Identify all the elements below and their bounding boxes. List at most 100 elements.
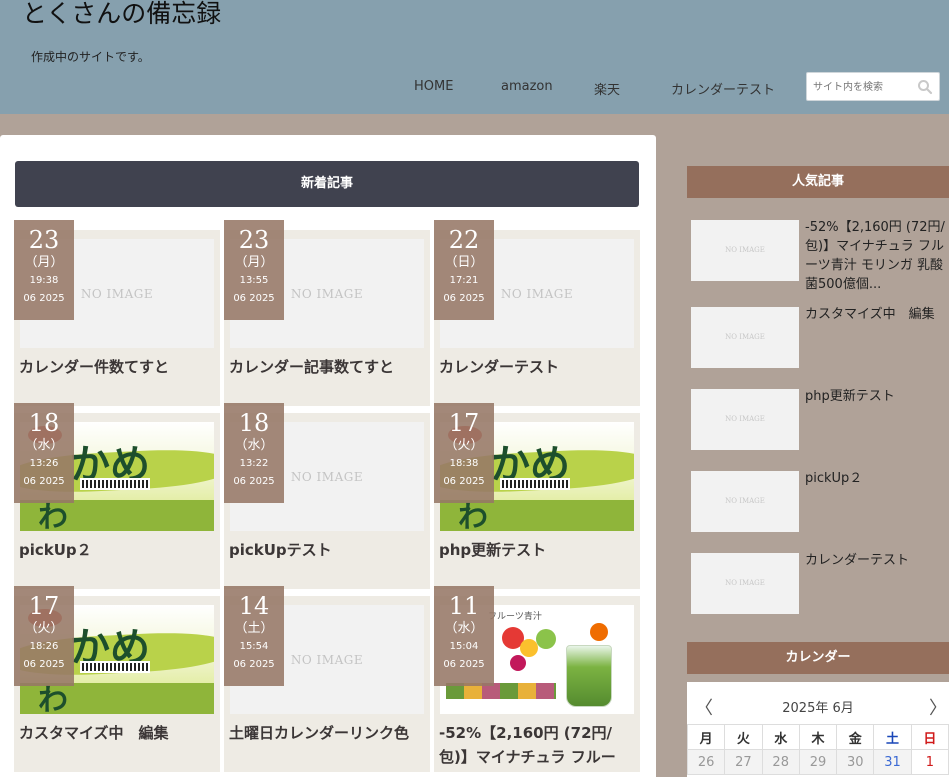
date-time: 15:54: [239, 641, 269, 652]
date-weekday: （水）: [444, 621, 484, 636]
main-content: 新着記事 NO IMAGE 23 （月） 19:38 06 2025 カレンダー…: [0, 135, 656, 777]
popular-post-item[interactable]: NO IMAGE php更新テスト: [691, 389, 949, 451]
nav-item-calendar-test[interactable]: カレンダーテスト: [671, 79, 775, 98]
site-title[interactable]: とくさんの備忘録: [22, 0, 221, 30]
calendar-month-label: 2025年 6月: [782, 701, 854, 716]
calendar-day: 31: [873, 749, 912, 775]
popular-post-item[interactable]: NO IMAGE カレンダーテスト: [691, 553, 949, 615]
post-card[interactable]: かめわ 17 （火） 18:38 06 2025 php更新テスト: [434, 403, 640, 589]
calendar-day: 28: [761, 749, 800, 775]
date-weekday: （水）: [234, 438, 274, 453]
weekday-header: 水: [761, 724, 800, 750]
calendar-day[interactable]: 1: [910, 749, 949, 775]
calendar-day: 29: [798, 749, 838, 775]
date-month-year: 06 2025: [443, 293, 485, 304]
popular-post-thumbnail: NO IMAGE: [691, 307, 799, 368]
date-badge: 23 （月） 13:55 06 2025: [224, 220, 284, 320]
post-card[interactable]: かめわ 18 （水） 13:26 06 2025 pickUp２: [14, 403, 220, 589]
date-day: 18: [238, 409, 270, 437]
date-time: 15:04: [449, 641, 479, 652]
no-image-label: NO IMAGE: [725, 246, 765, 254]
post-title[interactable]: カスタマイズ中 編集: [19, 721, 219, 745]
date-weekday: （火）: [444, 438, 484, 453]
weekday-header: 木: [798, 724, 838, 750]
post-card[interactable]: NO IMAGE 22 （日） 17:21 06 2025 カレンダーテスト: [434, 220, 640, 406]
date-weekday: （月）: [234, 255, 274, 270]
post-card[interactable]: NO IMAGE 23 （月） 13:55 06 2025 カレンダー記事数てす…: [224, 220, 430, 406]
date-day: 17: [28, 592, 60, 620]
popular-post-title[interactable]: php更新テスト: [805, 387, 949, 406]
post-title[interactable]: pickUp２: [19, 538, 219, 562]
popular-post-title[interactable]: -52%【2,160円 (72円/包)】マイナチュラ フルーツ青汁 モリンガ 乳…: [805, 218, 949, 294]
no-image-label: NO IMAGE: [725, 333, 765, 341]
post-title[interactable]: カレンダー件数てすと: [19, 355, 219, 379]
popular-posts-heading: 人気記事: [687, 166, 949, 198]
weekday-header: 月: [686, 724, 726, 750]
search-box: [806, 72, 940, 101]
search-icon[interactable]: [917, 79, 933, 95]
date-badge: 22 （日） 17:21 06 2025: [434, 220, 494, 320]
date-month-year: 06 2025: [233, 659, 275, 670]
nav-item-amazon[interactable]: amazon: [501, 79, 553, 94]
post-title[interactable]: 土曜日カレンダーリンク色: [229, 721, 429, 745]
calendar-heading: カレンダー: [687, 642, 949, 674]
calendar-next-icon[interactable]: 〉: [929, 694, 947, 720]
popular-post-thumbnail: NO IMAGE: [691, 389, 799, 450]
weekday-header: 金: [836, 724, 875, 750]
date-day: 23: [28, 226, 60, 254]
date-badge: 11 （水） 15:04 06 2025: [434, 586, 494, 686]
weekday-header-saturday: 土: [873, 724, 912, 750]
search-input[interactable]: [813, 79, 913, 95]
date-month-year: 06 2025: [23, 293, 65, 304]
popular-post-item[interactable]: NO IMAGE -52%【2,160円 (72円/包)】マイナチュラ フルーツ…: [691, 220, 949, 292]
post-card[interactable]: NO IMAGE 23 （月） 19:38 06 2025 カレンダー件数てすと: [14, 220, 220, 406]
post-card[interactable]: NO IMAGE 18 （水） 13:22 06 2025 pickUpテスト: [224, 403, 430, 589]
calendar-day: 27: [724, 749, 763, 775]
nav-item-rakuten[interactable]: 楽天: [594, 79, 620, 98]
date-month-year: 06 2025: [233, 293, 275, 304]
no-image-label: NO IMAGE: [725, 579, 765, 587]
popular-post-thumbnail: NO IMAGE: [691, 471, 799, 532]
weekday-header: 火: [724, 724, 763, 750]
post-title[interactable]: -52%【2,160円 (72円/包)】マイナチュラ フルー: [439, 721, 639, 771]
date-weekday: （水）: [24, 438, 64, 453]
date-month-year: 06 2025: [233, 476, 275, 487]
popular-post-item[interactable]: NO IMAGE カスタマイズ中 編集: [691, 307, 949, 369]
site-tagline: 作成中のサイトです。: [31, 50, 150, 64]
date-day: 11: [448, 592, 480, 620]
date-time: 18:26: [29, 641, 59, 652]
date-time: 17:21: [449, 275, 479, 286]
date-weekday: （火）: [24, 621, 64, 636]
post-title[interactable]: php更新テスト: [439, 538, 639, 562]
date-time: 13:26: [29, 458, 59, 469]
post-card[interactable]: NO IMAGE 14 （土） 15:54 06 2025 土曜日カレンダーリン…: [224, 586, 430, 772]
date-badge: 23 （月） 19:38 06 2025: [14, 220, 74, 320]
date-badge: 17 （火） 18:38 06 2025: [434, 403, 494, 503]
date-badge: 18 （水） 13:26 06 2025: [14, 403, 74, 503]
date-day: 22: [448, 226, 480, 254]
post-card[interactable]: フルーツ青汁 11 （水） 15:04 06 2025 -52%【2,160円 …: [434, 586, 640, 772]
date-badge: 14 （土） 15:54 06 2025: [224, 586, 284, 686]
site-header: とくさんの備忘録 作成中のサイトです。 HOME amazon 楽天 カレンダー…: [0, 0, 949, 114]
no-image-label: NO IMAGE: [725, 497, 765, 505]
date-badge: 17 （火） 18:26 06 2025: [14, 586, 74, 686]
post-title[interactable]: カレンダーテスト: [439, 355, 639, 379]
date-time: 13:55: [239, 275, 269, 286]
popular-post-title[interactable]: カスタマイズ中 編集: [805, 305, 949, 324]
post-title[interactable]: カレンダー記事数てすと: [229, 355, 429, 379]
date-badge: 18 （水） 13:22 06 2025: [224, 403, 284, 503]
date-weekday: （土）: [234, 621, 274, 636]
post-title[interactable]: pickUpテスト: [229, 538, 429, 562]
calendar-day: 30: [836, 749, 875, 775]
date-month-year: 06 2025: [443, 476, 485, 487]
popular-post-title[interactable]: カレンダーテスト: [805, 551, 949, 570]
popular-post-thumbnail: NO IMAGE: [691, 220, 799, 281]
post-card[interactable]: かめわ 17 （火） 18:26 06 2025 カスタマイズ中 編集: [14, 586, 220, 772]
nav-item-home[interactable]: HOME: [414, 79, 453, 94]
popular-post-title[interactable]: pickUp２: [805, 469, 949, 488]
date-weekday: （日）: [444, 255, 484, 270]
calendar-grid: 月 火 水 木 金 土 日 26 27 28 29 30 31 1: [686, 724, 949, 775]
date-day: 14: [238, 592, 270, 620]
popular-post-item[interactable]: NO IMAGE pickUp２: [691, 471, 949, 533]
date-day: 18: [28, 409, 60, 437]
